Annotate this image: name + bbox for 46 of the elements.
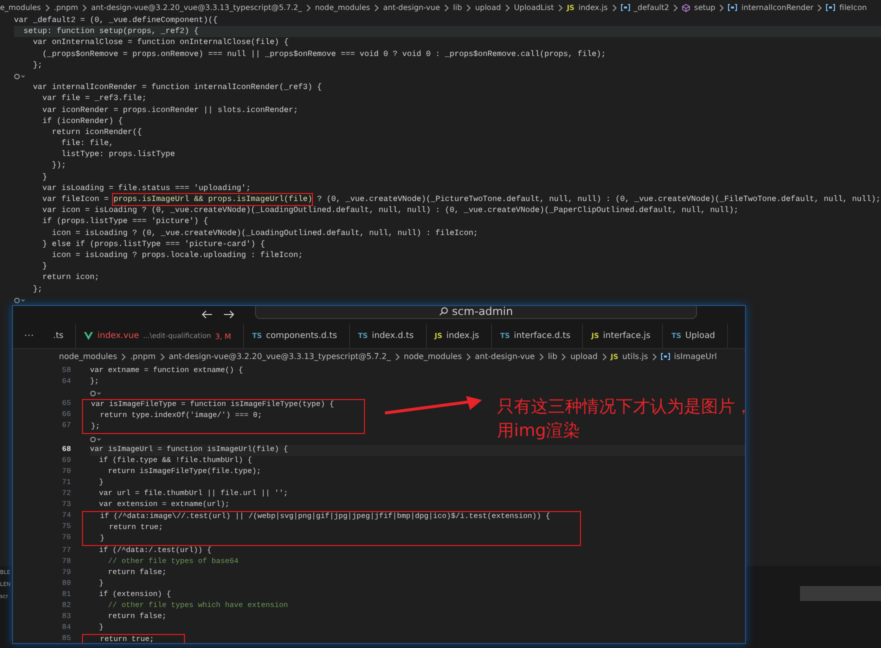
forward-arrow-icon[interactable] — [223, 310, 235, 319]
breadcrumb-item[interactable]: isImageUrl — [674, 352, 717, 361]
chevron-icon — [306, 4, 311, 12]
chevron-icon — [612, 4, 617, 12]
vue-file-icon — [84, 332, 94, 340]
chevron-icon — [44, 4, 50, 12]
fold-marker-icon — [90, 390, 102, 397]
cube-icon — [682, 4, 690, 12]
variable-icon — [620, 4, 630, 11]
annotation-text: 用img渲染 — [497, 420, 582, 442]
chevron-icon — [444, 4, 450, 12]
chevron-icon — [538, 352, 544, 360]
breadcrumb-item[interactable]: node_modules — [404, 352, 462, 361]
more-tabs-button[interactable]: ··· — [13, 323, 45, 348]
breadcrumb-item[interactable]: ant-design-vue — [474, 352, 535, 361]
fold-marker-icon — [90, 436, 102, 443]
chevron-icon — [602, 352, 607, 360]
chevron-icon — [374, 4, 380, 12]
chevron-icon — [82, 4, 88, 12]
fold-marker-icon — [14, 73, 26, 80]
variable-icon — [661, 353, 670, 360]
variable-icon — [826, 4, 836, 11]
chevron-icon — [466, 352, 471, 360]
breadcrumb-item[interactable]: utils.js — [622, 352, 648, 361]
fold-marker-icon — [14, 296, 26, 304]
chevron-icon — [652, 352, 658, 360]
chevron-icon — [558, 4, 563, 12]
variable-icon — [728, 4, 738, 11]
chevron-icon — [719, 4, 724, 12]
chevron-icon — [673, 4, 678, 12]
search-icon — [439, 306, 448, 316]
chevron-icon — [121, 352, 126, 360]
chevron-icon — [394, 352, 400, 360]
breadcrumb-item[interactable]: upload — [570, 352, 598, 361]
breadcrumb-item[interactable]: lib — [548, 352, 558, 361]
breadcrumb-item[interactable]: ant-design-vue@3.2.20_vue@3.3.13_typescript@5.7.2_ — [168, 352, 391, 361]
annotation-text: 只有这三种情况下才认为是图片， — [497, 396, 752, 418]
chevron-icon — [817, 4, 822, 12]
chevron-icon — [160, 352, 165, 360]
back-arrow-icon[interactable] — [201, 310, 213, 319]
breadcrumb-item[interactable]: node_modules — [59, 352, 118, 361]
chevron-icon — [561, 352, 566, 360]
search-field[interactable]: scm-admin — [255, 306, 697, 319]
breadcrumb-item[interactable]: .pnpm — [130, 352, 156, 361]
chevron-icon — [466, 4, 472, 12]
chevron-icon — [504, 4, 510, 12]
